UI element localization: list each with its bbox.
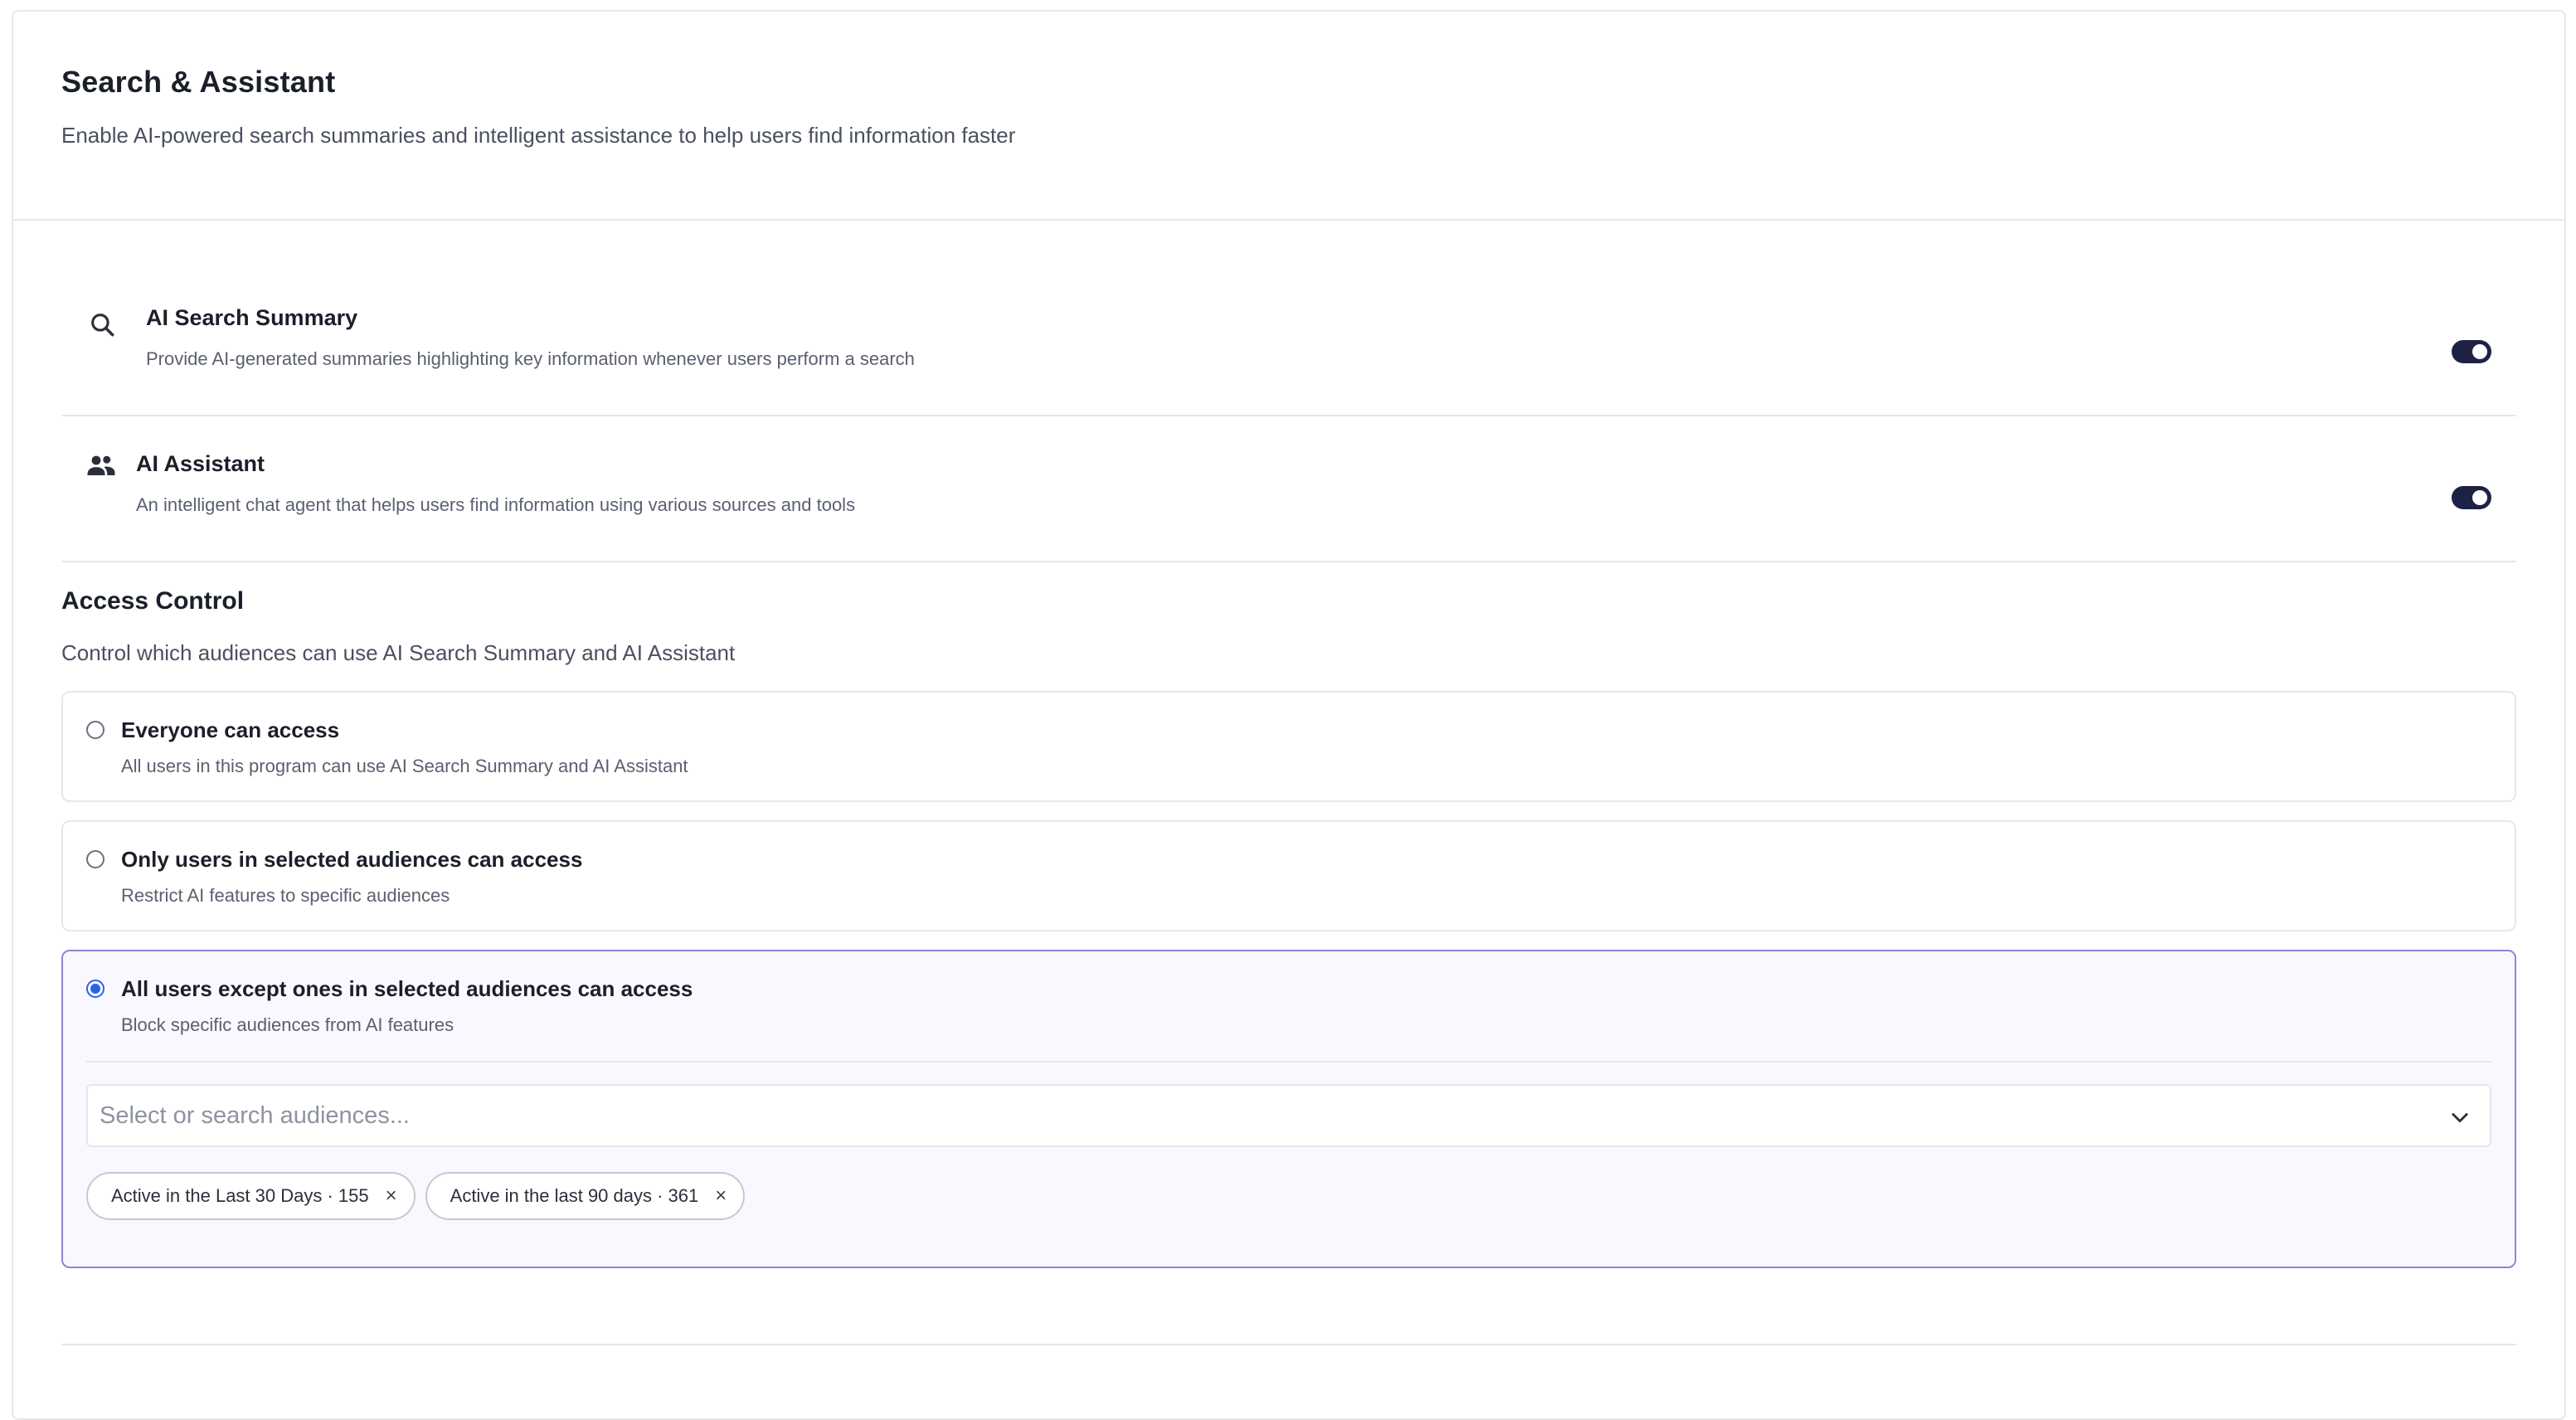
option-description: All users in this program can use AI Sea… [121, 756, 688, 776]
chevron-down-icon[interactable] [2448, 1106, 2472, 1129]
audience-search-placeholder: Select or search audiences... [100, 1102, 410, 1129]
settings-body: AI Search Summary Provide AI-generated s… [13, 270, 2564, 1268]
audience-chip: Active in the Last 30 Days · 155 × [86, 1172, 416, 1220]
feature-title: AI Search Summary [146, 305, 358, 330]
divider [86, 1061, 2491, 1063]
feature-title: AI Assistant [136, 451, 265, 476]
section-divider [61, 1344, 2516, 1345]
search-icon [91, 314, 114, 337]
settings-card: Search & Assistant Enable AI-powered sea… [12, 10, 2566, 1420]
radio-button[interactable] [86, 721, 104, 739]
option-description: Restrict AI features to specific audienc… [121, 885, 450, 906]
audience-chip: Active in the last 90 days · 361 × [425, 1172, 746, 1220]
people-icon [87, 455, 115, 475]
page-description: Enable AI-powered search summaries and i… [61, 123, 1016, 148]
option-title: Everyone can access [121, 717, 340, 742]
option-title: Only users in selected audiences can acc… [121, 847, 583, 872]
audience-search-input[interactable]: Select or search audiences... [86, 1084, 2491, 1147]
feature-ai-assistant: AI Assistant An intelligent chat agent t… [61, 416, 2516, 562]
feature-ai-search-summary: AI Search Summary Provide AI-generated s… [61, 270, 2516, 416]
feature-description: Provide AI-generated summaries highlight… [146, 348, 915, 369]
remove-chip-icon[interactable]: × [715, 1186, 727, 1206]
option-everyone[interactable]: Everyone can access All users in this pr… [61, 691, 2516, 802]
access-options: Everyone can access All users in this pr… [61, 691, 2516, 1268]
selected-audiences: Active in the Last 30 Days · 155 × Activ… [86, 1172, 746, 1220]
access-control-description: Control which audiences can use AI Searc… [61, 640, 736, 665]
ai-assistant-toggle[interactable] [2452, 486, 2491, 509]
ai-search-summary-toggle[interactable] [2452, 340, 2491, 363]
option-only-selected[interactable]: Only users in selected audiences can acc… [61, 820, 2516, 931]
remove-chip-icon[interactable]: × [386, 1186, 397, 1206]
option-description: Block specific audiences from AI feature… [121, 1014, 454, 1035]
audience-chip-label: Active in the last 90 days · 361 [450, 1185, 699, 1206]
audience-chip-label: Active in the Last 30 Days · 155 [111, 1185, 369, 1206]
radio-button[interactable] [86, 850, 104, 868]
option-all-except-selected[interactable]: All users except ones in selected audien… [61, 950, 2516, 1268]
page-title: Search & Assistant [61, 65, 336, 99]
feature-description: An intelligent chat agent that helps use… [136, 494, 856, 515]
radio-button-checked[interactable] [86, 980, 104, 998]
settings-header: Search & Assistant Enable AI-powered sea… [13, 12, 2564, 221]
access-control-title: Access Control [61, 587, 245, 615]
option-title: All users except ones in selected audien… [121, 976, 693, 1001]
